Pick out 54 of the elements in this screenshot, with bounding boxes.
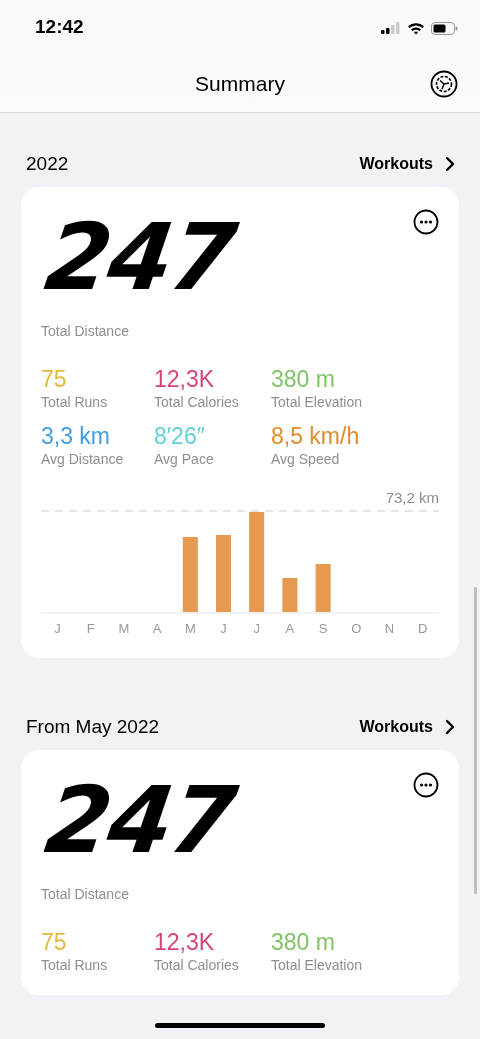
month-label: J <box>252 621 261 636</box>
month-label: A <box>151 621 163 636</box>
more-button[interactable] <box>413 209 439 235</box>
workouts-link[interactable]: Workouts <box>359 718 455 736</box>
month-label: M <box>183 621 197 636</box>
month-label: S <box>317 621 329 636</box>
total-label: Total Distance <box>41 886 130 902</box>
stat-label: Avg Pace <box>154 451 215 467</box>
stat-value: 12,3K <box>154 365 216 393</box>
more-icon <box>413 209 439 235</box>
screen-title: Summary <box>195 72 285 96</box>
stat-value: 12,3K <box>154 928 216 956</box>
max-label: 73,2 km <box>384 489 439 506</box>
stat-value: 75 <box>41 365 68 393</box>
stat-label: Total Elevation <box>271 394 364 410</box>
month-label: M <box>117 621 131 636</box>
stat-label: Avg Distance <box>41 451 125 467</box>
month-label: J <box>53 621 62 636</box>
workouts-link[interactable]: Workouts <box>359 155 455 173</box>
stat-label: Total Runs <box>41 394 109 410</box>
settings-icon <box>430 70 458 98</box>
stat-label: Avg Speed <box>271 451 341 467</box>
status-time: 12:42 <box>35 15 84 38</box>
section-title: From May 2022 <box>26 716 160 738</box>
more-button[interactable] <box>413 772 439 798</box>
stat-value: 380 m <box>271 365 336 393</box>
total-value: 247 <box>41 780 239 862</box>
stat-value: 8,5 km/h <box>271 422 361 450</box>
battery-icon <box>431 21 458 35</box>
chevron-icon <box>445 156 455 172</box>
month-label: O <box>350 621 363 636</box>
wifi-icon <box>407 21 425 35</box>
stat-value: 8′26″ <box>154 422 206 450</box>
stat-label: Total Calories <box>154 957 240 973</box>
total-label: Total Distance <box>41 323 130 339</box>
stat-label: Total Calories <box>154 394 240 410</box>
stat-value: 75 <box>41 928 68 956</box>
chart-bar <box>282 578 298 612</box>
month-label: D <box>416 621 429 636</box>
chart-bar <box>315 564 331 612</box>
month-label: A <box>284 621 296 636</box>
month-label: N <box>383 621 396 636</box>
stat-value: 380 m <box>271 928 336 956</box>
stat-value: 3,3 km <box>41 422 112 450</box>
chevron-icon <box>445 719 455 735</box>
section-title: 2022 <box>26 153 69 175</box>
stat-label: Total Elevation <box>271 957 364 973</box>
more-icon <box>413 772 439 798</box>
stat-label: Total Runs <box>41 957 109 973</box>
settings-button[interactable] <box>430 70 458 98</box>
month-label: F <box>85 621 96 636</box>
total-value: 247 <box>41 217 239 299</box>
signal-icon <box>381 22 401 34</box>
month-label: J <box>219 621 228 636</box>
